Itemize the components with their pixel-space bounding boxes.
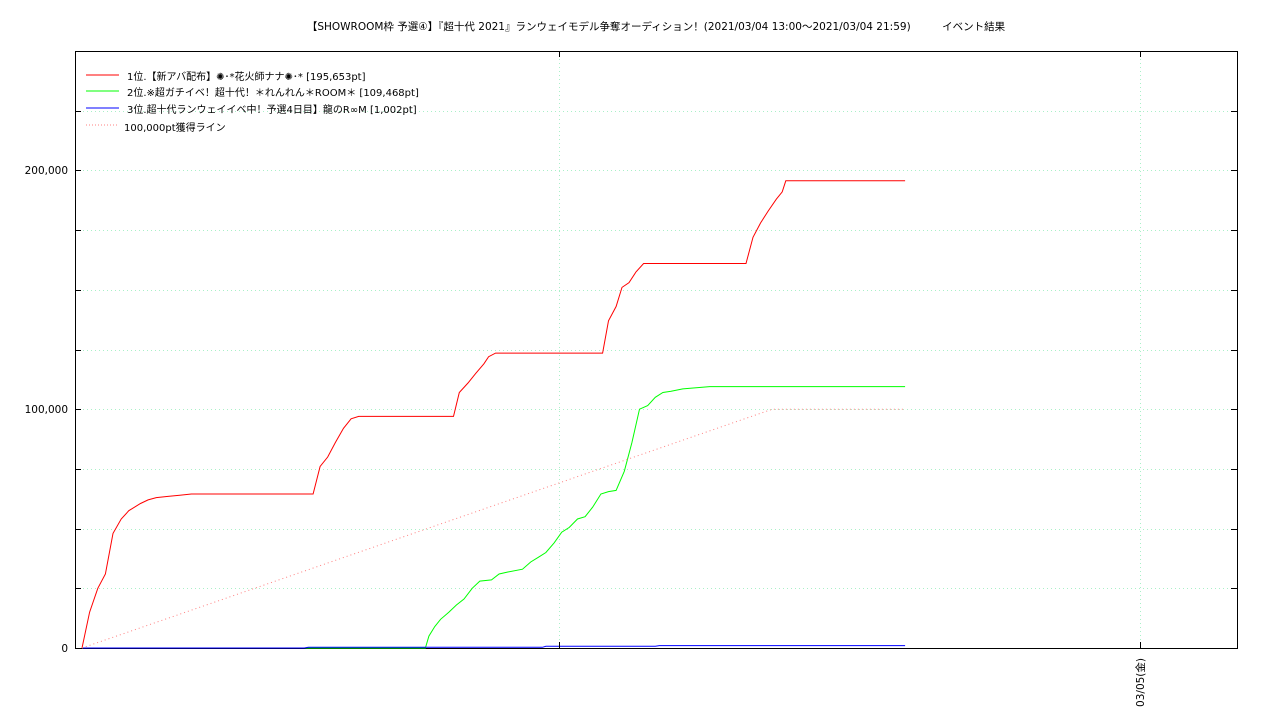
series-line-2 [82,386,906,649]
legend-label-4: 100,000pt獲得ライン [124,121,226,134]
legend-label-2: 2位.※超ガチイベ！超十代！＊れんれん＊ROOM＊ [109,468pt] [127,86,419,99]
chart-title: 【SHOWROOM枠 予選④】『超十代 2021』ランウェイモデル争奪オーディシ… [307,20,1006,33]
series-line-3 [82,645,906,649]
legend: 1位.【新アバ配布】✺･*花火師ナナ✺･* [195,653pt] 2位.※超ガ… [86,70,419,134]
y-tick-label-100000: 100,000 [25,404,68,416]
y-tick-label-200000: 200,000 [25,165,68,177]
x-tick-label-0305: 03/05(金) [1134,658,1147,707]
legend-label-1: 1位.【新アバ配布】✺･*花火師ナナ✺･* [195,653pt] [127,70,366,83]
series-line-4 [81,408,906,649]
legend-label-3: 3位.超十代ランウェイイベ中！予選4日目】龍のR∞M [1,002pt] [127,103,417,116]
line-chart: 【SHOWROOM枠 予選④】『超十代 2021』ランウェイモデル争奪オーディシ… [25,20,1238,707]
axis-ticks [75,51,1237,649]
grid [75,51,1237,648]
y-tick-label-0: 0 [61,643,68,655]
series-layer [81,180,906,649]
